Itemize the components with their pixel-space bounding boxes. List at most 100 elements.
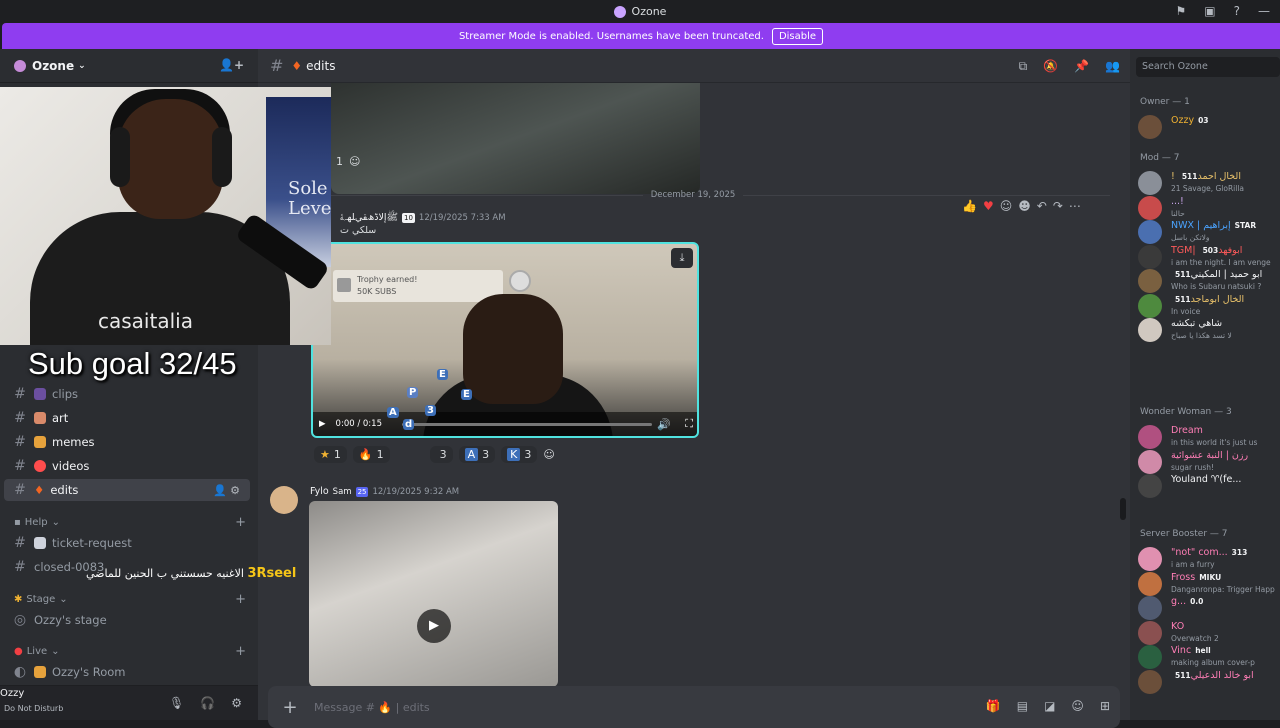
emoji-icon[interactable]: ☺ — [1071, 699, 1084, 713]
fullscreen-icon[interactable]: ⛶ — [685, 417, 693, 431]
channel-settings-icon[interactable]: 👤 ⚙ — [213, 484, 240, 497]
member-name: KO — [1171, 620, 1185, 632]
scrollbar[interactable] — [1120, 498, 1126, 520]
avatar — [1138, 474, 1162, 498]
channel-memes[interactable]: # memes — [4, 431, 250, 453]
avatar — [1138, 115, 1162, 139]
category-live[interactable]: ● Live ⌄ + — [14, 644, 246, 659]
reaction-row-top: 1 ☺ — [336, 155, 360, 168]
avatar — [1138, 293, 1162, 318]
channel-edits[interactable]: # ♦ edits 👤 ⚙ — [4, 479, 250, 501]
video-attachment[interactable]: Trophy earned! 50K SUBS ⤓ ▶ 0:00 / 0:15 … — [311, 242, 699, 438]
headphone-left — [110, 127, 130, 187]
channel-emoji-icon — [34, 460, 46, 472]
category-help[interactable]: ▪ Help ⌄ + — [14, 515, 246, 530]
disable-button[interactable]: Disable — [771, 27, 824, 45]
members-icon[interactable]: 👥 — [1105, 59, 1120, 74]
category-stage[interactable]: ✱ Stage ⌄ + — [14, 592, 246, 607]
gift-icon[interactable]: 🎁 — [986, 699, 1001, 713]
inbox-icon[interactable]: ⚑ — [1176, 4, 1187, 18]
mic-icon[interactable]: 🎙 — [169, 696, 184, 710]
add-channel-icon[interactable]: + — [235, 592, 246, 607]
note-icon: ▪ — [14, 517, 21, 528]
window-titlebar: Ozone ⚑ ▣ ? — — [0, 0, 1280, 23]
poster-text: Sole Level — [288, 178, 331, 219]
avatar[interactable] — [270, 486, 298, 514]
play-icon[interactable]: ▶ — [417, 609, 451, 643]
sticker-icon[interactable]: ◪ — [1044, 699, 1055, 713]
salute-emoji-icon[interactable]: ☺ — [1000, 199, 1013, 213]
member-item[interactable]: Ozzy 03 — [1138, 113, 1280, 141]
threads-icon[interactable]: ⧉ — [1019, 59, 1028, 74]
help-icon[interactable]: ? — [1234, 4, 1240, 18]
search-input[interactable]: Search Ozone — [1136, 57, 1280, 77]
image-attachment[interactable] — [331, 83, 700, 194]
level-badge: 25 — [355, 486, 369, 497]
hash-icon: # — [14, 458, 26, 474]
apps-icon[interactable]: ⊞ — [1100, 699, 1110, 713]
reaction-star[interactable]: ★ 1 — [314, 446, 347, 463]
member-group-header: Mod — 7 — [1140, 153, 1180, 163]
gif-icon[interactable]: ▤ — [1017, 699, 1028, 713]
member-tag: 511 — [1175, 270, 1191, 279]
message-author[interactable]: Fylo — [310, 486, 329, 497]
reaction-count[interactable]: 1 — [336, 155, 343, 168]
stage-channel[interactable]: ◎ Ozzy's stage — [4, 609, 250, 631]
member-name: "not" com... 313 — [1171, 547, 1248, 558]
video-person — [463, 294, 563, 404]
channel-emoji-icon — [34, 436, 46, 448]
add-reaction-icon[interactable]: ☻ — [1018, 199, 1031, 213]
download-icon[interactable]: ⤓ — [671, 248, 693, 268]
screen-icon[interactable]: ▣ — [1204, 4, 1215, 18]
video-attachment-2[interactable]: ▶ — [309, 501, 558, 687]
channel-clips[interactable]: # clips — [4, 383, 250, 405]
user-status: Do Not Disturb — [4, 704, 64, 713]
chevron-down-icon: ⌄ — [78, 60, 86, 71]
invite-icon[interactable]: 👤+ — [219, 58, 244, 72]
attach-plus-icon[interactable]: + — [274, 697, 306, 718]
pin-icon[interactable]: 📌 — [1074, 59, 1089, 74]
forward-icon[interactable]: ↷ — [1053, 199, 1063, 213]
settings-icon[interactable]: ⚙ — [231, 696, 242, 710]
member-item[interactable]: Youland ♈(fe... — [1138, 472, 1280, 500]
mute-bell-icon[interactable]: 🔕 — [1043, 59, 1058, 74]
crown-icon — [34, 666, 46, 678]
channel-label: edits — [50, 483, 79, 497]
floating-letter: 3 — [425, 405, 436, 416]
member-activity: Overwatch 2 — [1171, 633, 1219, 643]
volume-icon[interactable]: 🔊 — [657, 418, 671, 431]
user-name[interactable]: Ozzy — [0, 688, 24, 699]
composer-placeholder[interactable]: Message # 🔥 | edits — [314, 701, 430, 714]
member-item[interactable]: شاهي تبكشه لا تسد هكذا يا صباح — [1138, 316, 1280, 344]
channel-ticket-request[interactable]: # ticket-request — [4, 532, 250, 554]
add-reaction-icon[interactable]: ☺ — [543, 448, 554, 461]
reply-icon[interactable]: ↶ — [1037, 199, 1047, 213]
thumbs-up-icon[interactable]: 👍 — [962, 199, 977, 213]
member-item[interactable]: ابو خالد الدعيلي511 — [1138, 668, 1280, 696]
member-name: رزن | النبة عشوائية — [1171, 449, 1249, 461]
channel-art[interactable]: # art — [4, 407, 250, 429]
avatar — [1138, 547, 1162, 571]
minimize-icon[interactable]: — — [1258, 4, 1270, 18]
more-icon[interactable]: ⋯ — [1069, 199, 1081, 213]
headphones-icon[interactable]: 🎧 — [200, 696, 215, 710]
hash-icon: # — [14, 482, 26, 498]
play-icon[interactable]: ▶ — [319, 419, 326, 429]
message-composer[interactable]: + Message # 🔥 | edits 🎁 ▤ ◪ ☺ ⊞ — [268, 686, 1120, 728]
avatar — [1138, 596, 1162, 620]
avatar — [1138, 220, 1162, 244]
member-name: g... 0.0 — [1171, 596, 1204, 607]
add-channel-icon[interactable]: + — [235, 644, 246, 659]
avatar — [1138, 318, 1162, 342]
channel-videos[interactable]: # videos — [4, 455, 250, 477]
heart-icon[interactable]: ♥ — [983, 199, 994, 213]
trophy-icon — [337, 278, 351, 292]
add-reaction-icon[interactable]: ☺ — [349, 155, 360, 168]
app-icon — [613, 5, 626, 18]
add-channel-icon[interactable]: + — [235, 515, 246, 530]
voice-channel[interactable]: ◐ Ozzy's Room — [4, 661, 250, 683]
reaction-k[interactable]: K3 — [501, 446, 538, 463]
server-header[interactable]: Ozone ⌄ 👤+ — [0, 49, 258, 83]
message-author[interactable]: ﷺإﻻﮈﮪﻘﻲﻠﻬﮧﮥ — [340, 211, 398, 225]
member-tag: 313 — [1231, 548, 1248, 557]
